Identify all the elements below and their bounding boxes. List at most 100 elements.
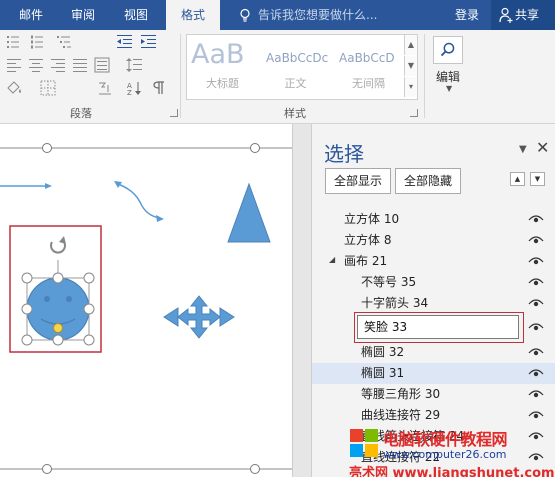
align-center-button[interactable] [28, 57, 46, 73]
curved-connector [117, 183, 161, 219]
cross-arrow [163, 295, 235, 339]
gallery-more[interactable]: ▾ [404, 77, 417, 97]
eye-icon[interactable] [528, 322, 544, 332]
eye-icon[interactable] [528, 410, 544, 420]
item-label: 曲线连接符 29 [361, 408, 441, 422]
list-item[interactable]: 等腰三角形 30 [312, 384, 555, 405]
share-button[interactable]: 共享 [491, 0, 555, 30]
chinese-layout-button[interactable] [96, 80, 114, 96]
line-spacing-button[interactable] [126, 57, 144, 73]
close-icon[interactable]: ✕ [536, 138, 549, 157]
resize-handle [21, 303, 33, 315]
resize-handle [52, 334, 64, 346]
tab-mailings[interactable]: 邮件 [6, 0, 56, 30]
style-caption: 无间隔 [352, 77, 385, 90]
hide-all-button[interactable]: 全部隐藏 [395, 168, 462, 194]
list-item[interactable]: 十字箭头 34 [312, 293, 555, 314]
group-separator [180, 34, 181, 118]
list-item[interactable]: 立方体 10 [312, 209, 555, 230]
justify-button[interactable] [72, 57, 90, 73]
canvas-handle [250, 464, 260, 474]
group-separator [424, 34, 425, 118]
show-all-button[interactable]: 全部显示 [325, 168, 392, 194]
borders-button[interactable] [40, 80, 58, 96]
eye-icon[interactable] [528, 298, 544, 308]
person-add-icon [499, 7, 513, 23]
ribbon-tab-bar: 邮件 审阅 视图 格式 告诉我您想要做什么... 登录 共享 [0, 0, 555, 30]
eye-icon[interactable] [528, 256, 544, 266]
eye-icon[interactable] [528, 214, 544, 224]
style-title[interactable]: AaB 大标题 [187, 35, 258, 99]
eye-icon[interactable] [528, 277, 544, 287]
style-caption: 正文 [284, 77, 307, 90]
editing-label: 编辑 [436, 70, 461, 84]
tab-view[interactable]: 视图 [110, 0, 162, 30]
list-item[interactable]: 立方体 8 [312, 230, 555, 251]
align-left-button[interactable] [6, 57, 24, 73]
shading-button[interactable] [6, 80, 24, 96]
resize-handle [83, 303, 95, 315]
numbering-button[interactable] [30, 34, 48, 50]
increase-indent-button[interactable] [140, 34, 158, 50]
distributed-button[interactable] [94, 57, 112, 73]
item-label: 立方体 8 [344, 233, 392, 247]
editing-button[interactable] [433, 36, 463, 64]
style-sample: AaBbCcD [339, 51, 395, 65]
arrow-head [156, 215, 164, 222]
smiley-eye [66, 296, 72, 302]
list-item[interactable]: 不等号 35 [312, 272, 555, 293]
style-no-spacing[interactable]: AaBbCcD 无间隔 [333, 35, 404, 99]
eye-icon[interactable] [528, 368, 544, 378]
adjust-handle [53, 323, 63, 333]
item-label: 画布 21 [344, 254, 388, 268]
item-label: 等腰三角形 30 [361, 387, 441, 401]
item-label: 不等号 35 [361, 275, 417, 289]
canvas-drawing [0, 143, 292, 474]
tab-format[interactable]: 格式 [166, 0, 220, 30]
pane-title: 选择 [324, 142, 364, 166]
ribbon: AZ 段落 AaB 大标题 AaBbCcDc 正文 AaBbCcD 无间隔 ▲ … [0, 30, 555, 124]
watermark-url: www.computer26.com [383, 448, 507, 461]
styles-dialog-launcher[interactable] [410, 109, 418, 117]
vertical-scrollbar[interactable] [292, 124, 311, 477]
decrease-indent-button[interactable] [116, 34, 134, 50]
sort-button[interactable]: AZ [126, 80, 144, 97]
align-right-button[interactable] [50, 57, 68, 73]
gallery-scroll-up[interactable]: ▲ [404, 35, 417, 55]
gallery-scroll-down[interactable]: ▼ [404, 56, 417, 76]
list-item[interactable]: ◢ 画布 21 [312, 251, 555, 272]
style-caption: 大标题 [206, 77, 239, 90]
tab-review[interactable]: 审阅 [58, 0, 108, 30]
resize-handle [52, 272, 64, 284]
share-label: 共享 [515, 8, 540, 22]
eye-icon[interactable] [528, 347, 544, 357]
document-canvas[interactable] [0, 124, 311, 477]
pane-options-icon[interactable]: ▼ [519, 144, 527, 155]
tell-me-search[interactable]: 告诉我您想要做什么... [258, 0, 377, 30]
expand-triangle-icon[interactable]: ◢ [329, 255, 335, 264]
item-label: 椭圆 32 [361, 345, 405, 359]
search-icon [440, 42, 455, 57]
paragraph-dialog-launcher[interactable] [170, 109, 178, 117]
send-backward-button[interactable]: ▼ [530, 172, 545, 186]
chevron-down-icon: ▼ [446, 84, 453, 93]
list-item[interactable]: 椭圆 32 [312, 342, 555, 363]
login-link[interactable]: 登录 [455, 0, 479, 30]
resize-handle [21, 334, 33, 346]
lightbulb-icon [240, 8, 250, 22]
eye-icon[interactable] [528, 389, 544, 399]
multilevel-list-button[interactable] [56, 34, 74, 50]
windows-logo-icon [350, 429, 378, 457]
eye-icon[interactable] [528, 235, 544, 245]
item-label: 十字箭头 34 [361, 296, 429, 310]
list-item[interactable]: 椭圆 31 [312, 363, 555, 384]
list-item[interactable]: 曲线连接符 29 [312, 405, 555, 426]
style-normal[interactable]: AaBbCcDc 正文 [260, 35, 331, 99]
show-marks-button[interactable] [150, 80, 168, 96]
smiley-eye [44, 296, 50, 302]
bring-forward-button[interactable]: ▲ [510, 172, 525, 186]
style-sample: AaB [191, 39, 245, 70]
svg-text:Z: Z [127, 89, 132, 96]
bullets-button[interactable] [6, 34, 24, 50]
resize-handle [21, 272, 33, 284]
